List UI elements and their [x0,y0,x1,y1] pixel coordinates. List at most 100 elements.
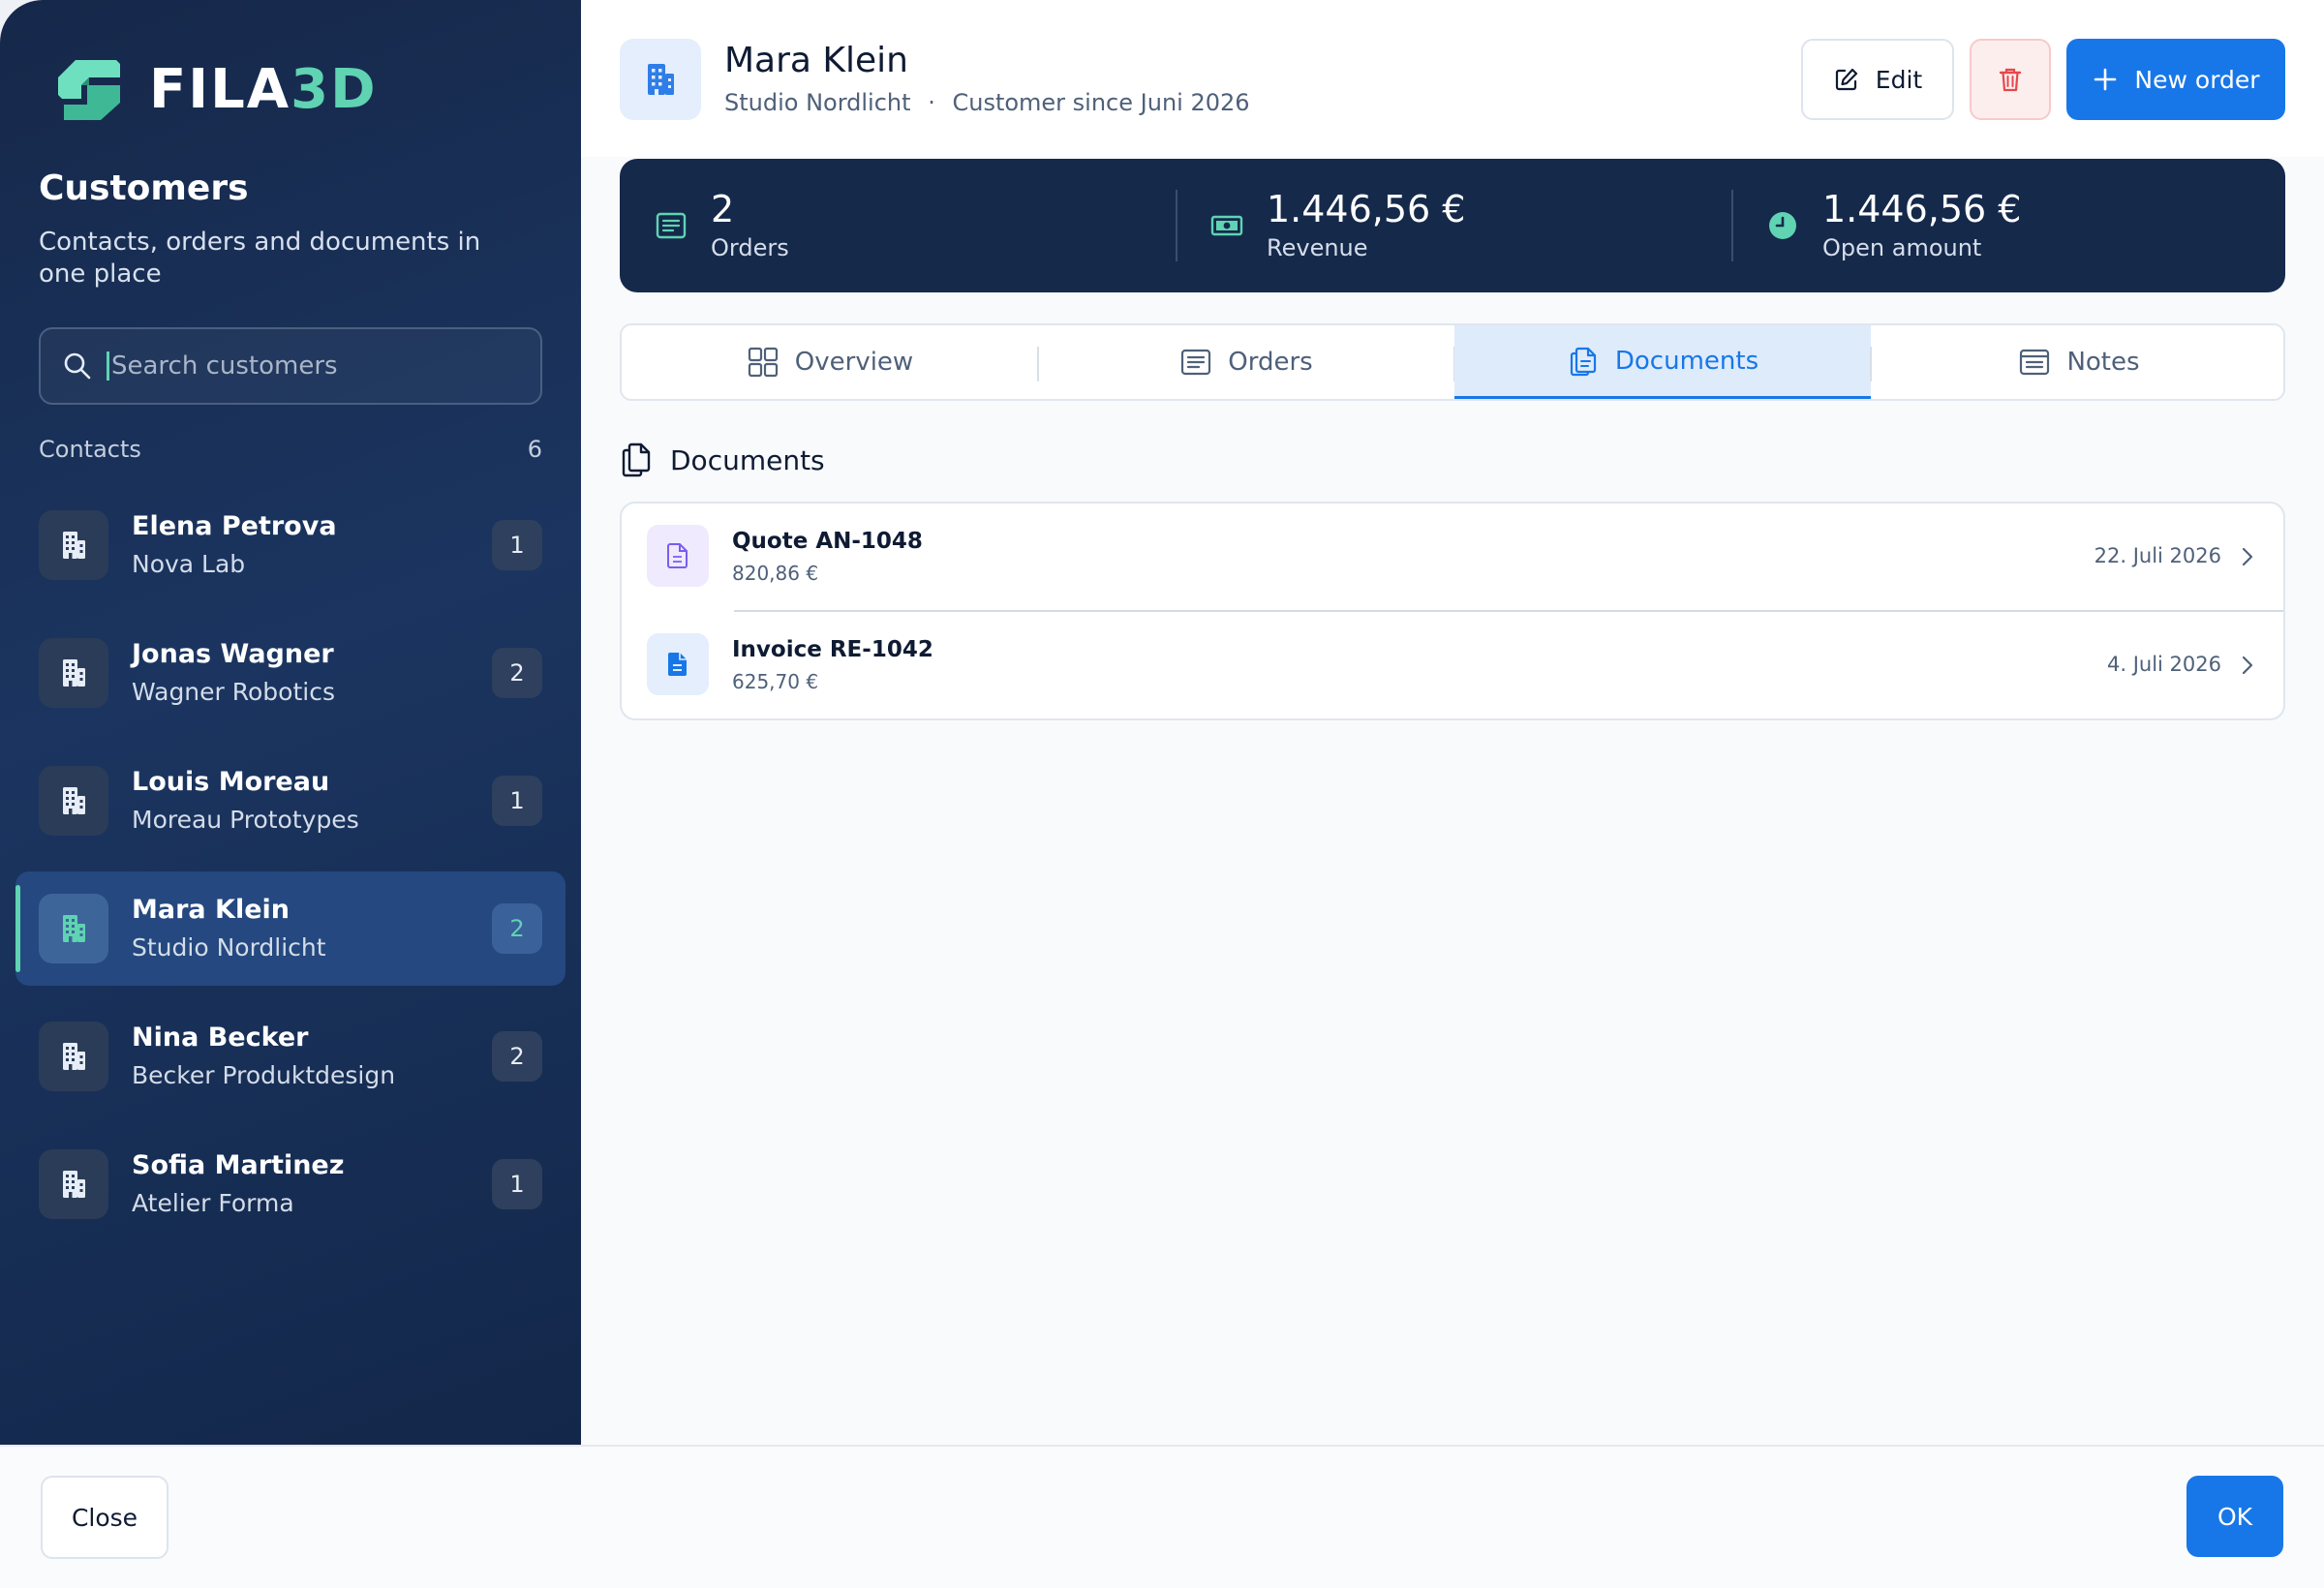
sidebar-subtitle: Contacts, orders and documents in one pl… [39,228,481,289]
contact-item-sofia-martinez[interactable]: Sofia Martinez Atelier Forma 1 [15,1127,566,1241]
document-row[interactable]: Quote AN-1048 820,86 € 22. Juli 2026 [622,504,2283,612]
contact-avatar [39,1022,108,1091]
clock-icon [1769,212,1796,239]
contact-company: Becker Produktdesign [132,1061,396,1089]
contact-item-louis-moreau[interactable]: Louis Moreau Moreau Prototypes 1 [15,744,566,858]
subtitle-separator: · [928,89,935,116]
building-icon [63,659,85,687]
document-title: Invoice RE-1042 [732,637,933,662]
contact-item-jonas-wagner[interactable]: Jonas Wagner Wagner Robotics 2 [15,616,566,730]
contact-item-elena-petrova[interactable]: Elena Petrova Nova Lab 1 [15,488,566,602]
contact-item-mara-klein[interactable]: Mara Klein Studio Nordlicht 2 [15,871,566,986]
section-title-text: Documents [670,443,825,476]
edit-button[interactable]: Edit [1801,39,1954,120]
stats-bar: 2 Orders 1.446,56 € Revenue 1.446,56 € O… [620,159,2285,292]
tab-label: Documents [1614,346,1759,376]
trash-icon [1999,68,2022,92]
document-date: 4. Juli 2026 [2106,653,2221,676]
stat-open-value: 1.446,56 € [1822,188,2022,230]
stat-open-amount: 1.446,56 € Open amount [1731,159,2285,292]
contact-name: Sofia Martinez [132,1150,345,1180]
documents-icon [1570,347,1596,376]
document-title: Quote AN-1048 [732,529,923,554]
documents-icon [622,443,651,477]
detail-tabs: Overview Orders Documents Notes [620,323,2285,401]
stat-orders-value: 2 [711,188,735,230]
contact-company: Wagner Robotics [132,678,335,706]
document-row[interactable]: Invoice RE-1042 625,70 € 4. Juli 2026 [622,612,2283,718]
contacts-count: 6 [527,436,542,463]
contact-name: Elena Petrova [132,511,337,541]
stat-revenue-value: 1.446,56 € [1267,188,1466,230]
contact-name: Nina Becker [132,1023,309,1053]
tab-orders[interactable]: Orders [1038,325,1454,399]
logo-icon [58,60,120,120]
contact-name: Mara Klein [132,895,290,925]
tab-label: Notes [2066,348,2140,377]
customer-company: Studio Nordlicht [724,89,911,116]
document-list: Quote AN-1048 820,86 € 22. Juli 2026 Inv… [620,502,2285,720]
edit-label: Edit [1875,65,1923,94]
dialog-footer: Close OK [0,1445,2324,1588]
invoice-doc-icon [668,653,687,676]
chevron-right-icon [2242,656,2253,675]
customer-detail: Mara Klein Studio Nordlicht · Customer s… [581,0,2324,1445]
edit-icon [1835,68,1857,91]
customer-dialog: FILA3D Customers Contacts, orders and do… [0,0,2324,1588]
tab-label: Orders [1228,348,1313,377]
close-button[interactable]: Close [41,1476,168,1559]
contacts-label: Contacts [39,436,141,463]
contact-order-count: 1 [492,1159,542,1209]
tab-notes[interactable]: Notes [1871,325,2283,399]
contact-avatar [39,1149,108,1219]
contact-company: Atelier Forma [132,1189,294,1217]
notes-icon [2020,349,2050,376]
tab-label: Overview [794,348,914,377]
contact-order-count: 2 [492,648,542,698]
customer-subtitle: Studio Nordlicht · Customer since Juni 2… [724,89,1250,116]
customer-sidebar: FILA3D Customers Contacts, orders and do… [0,0,581,1445]
contact-order-count: 2 [492,1031,542,1082]
contact-item-nina-becker[interactable]: Nina Becker Becker Produktdesign 2 [15,999,566,1114]
contact-company: Nova Lab [132,550,246,578]
receipt-icon [656,212,687,239]
contact-name: Jonas Wagner [132,639,334,669]
building-icon [63,532,85,559]
customer-avatar [620,39,701,120]
contact-order-count: 2 [492,903,542,954]
delete-button[interactable] [1970,39,2051,120]
contact-name: Louis Moreau [132,767,330,797]
contact-avatar [39,510,108,580]
contact-avatar [39,766,108,836]
banknote-icon [1210,215,1243,236]
document-date: 22. Juli 2026 [2094,544,2221,567]
contact-order-count: 1 [492,520,542,570]
sidebar-title: Customers [39,168,249,208]
detail-header: Mara Klein Studio Nordlicht · Customer s… [581,0,2324,157]
tab-documents[interactable]: Documents [1454,325,1871,399]
documents-section-title: Documents [620,442,825,478]
contact-avatar [39,638,108,708]
brand-name: FILA3D [149,58,378,121]
ok-button[interactable]: OK [2186,1476,2283,1557]
stat-revenue: 1.446,56 € Revenue [1176,159,1731,292]
building-icon [648,64,674,95]
new-order-button[interactable]: New order [2066,39,2285,120]
building-icon [63,1171,85,1198]
chevron-right-icon [2242,547,2253,566]
plus-icon [2095,68,2117,91]
customer-name: Mara Klein [724,41,909,80]
contacts-header: Contacts 6 [39,436,542,463]
stat-orders-label: Orders [711,234,789,261]
search-input[interactable] [107,351,523,381]
contact-avatar [39,894,108,963]
quote-doc-icon [667,543,688,568]
search-box[interactable] [39,327,542,405]
search-icon [64,352,91,380]
tab-overview[interactable]: Overview [622,325,1038,399]
stat-open-label: Open amount [1822,234,1982,261]
document-icon-box [647,525,709,587]
stat-revenue-label: Revenue [1267,234,1368,261]
stat-orders: 2 Orders [620,159,1176,292]
contact-order-count: 1 [492,776,542,826]
